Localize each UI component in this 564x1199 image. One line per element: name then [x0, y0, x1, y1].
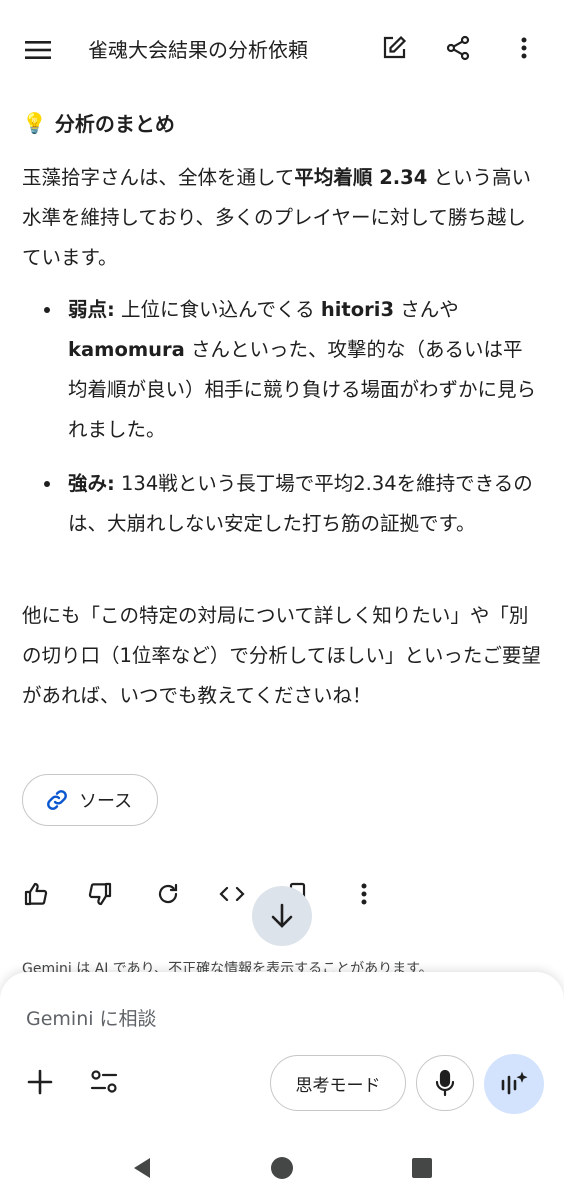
share-icon[interactable]	[438, 28, 478, 68]
edit-icon[interactable]	[374, 28, 414, 68]
hamburger-menu-icon[interactable]	[18, 30, 58, 70]
player-name: hitori3	[320, 298, 395, 321]
tools-icon[interactable]	[86, 1064, 122, 1100]
thumbs-up-icon[interactable]	[16, 874, 56, 914]
bullet-text: さんや	[394, 298, 459, 321]
scroll-to-bottom-button[interactable]	[252, 886, 312, 946]
thumbs-down-icon[interactable]	[80, 874, 120, 914]
sources-label: ソース	[79, 791, 133, 812]
add-icon[interactable]	[22, 1064, 58, 1100]
player-name: kamomura	[68, 338, 185, 361]
home-icon[interactable]	[262, 1148, 302, 1188]
think-mode-button[interactable]: 思考モード	[270, 1055, 406, 1111]
microphone-icon	[435, 1069, 455, 1097]
bullet-label: 弱点:	[68, 298, 115, 321]
arrow-down-icon	[271, 903, 293, 928]
intro-text-start: 玉藻拾字さんは、全体を通して	[22, 166, 295, 189]
prompt-input[interactable]	[26, 1004, 526, 1034]
intro-text-bold: 平均着順 2.34	[294, 166, 428, 189]
live-waveform-icon	[501, 1071, 528, 1095]
link-icon	[47, 790, 67, 810]
microphone-button[interactable]	[416, 1055, 474, 1111]
more-vert-icon[interactable]	[504, 28, 544, 68]
conversation-title: 雀魂大会結果の分析依頼	[88, 38, 308, 62]
closing-paragraph: 他にも「この特定の対局について詳しく知りたい」や「別の切り口（1位率など）で分析…	[22, 604, 541, 707]
summary-heading: 💡 分析のまとめ	[22, 108, 175, 137]
bullet-label: 強み:	[68, 472, 115, 495]
top-app-bar: 雀魂大会結果の分析依頼	[0, 0, 564, 98]
list-item-weakness: 弱点: 上位に食い込んでくる hitori3 さんや kamomura さんとい…	[44, 290, 540, 450]
back-icon[interactable]	[122, 1148, 162, 1188]
recents-icon[interactable]	[402, 1148, 442, 1188]
lightbulb-icon: 💡	[22, 110, 47, 135]
bullet-text: 134戦という長丁場で平均2.34を維持できるのは、大崩れしない安定した打ち筋の…	[68, 472, 533, 535]
code-icon[interactable]	[212, 874, 252, 914]
live-mode-button[interactable]	[484, 1054, 544, 1114]
list-item-strength: 強み: 134戦という長丁場で平均2.34を維持できるのは、大崩れしない安定した…	[44, 464, 540, 544]
summary-heading-text: 分析のまとめ	[54, 112, 175, 136]
intro-paragraph: 玉藻拾字さんは、全体を通して平均着順 2.34 という高い水準を維持しており、多…	[22, 158, 542, 278]
bullet-dot	[44, 481, 50, 487]
more-vert-icon[interactable]	[344, 874, 384, 914]
bullet-text: 上位に食い込んでくる	[114, 298, 321, 321]
bullet-dot	[44, 307, 50, 313]
sources-button[interactable]: ソース	[22, 774, 158, 826]
regenerate-icon[interactable]	[148, 874, 188, 914]
